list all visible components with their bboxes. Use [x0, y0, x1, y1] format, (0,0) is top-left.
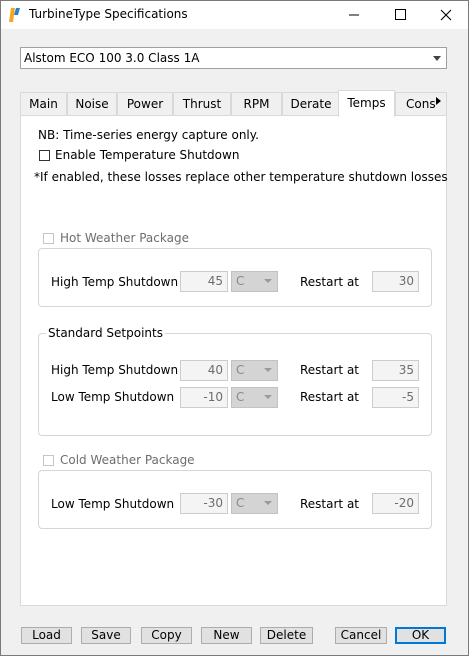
hot-restart-label: Restart at [300, 275, 360, 289]
chevron-down-icon [264, 368, 272, 372]
std-high-temp-unit-value: C [236, 363, 245, 377]
tab-derate[interactable]: Derate [282, 92, 340, 115]
tab-temps[interactable]: Temps [338, 90, 395, 117]
standard-setpoints-group: Standard Setpoints High Temp Shutdown 40… [38, 326, 432, 436]
shutdown-footnote: *If enabled, these losses replace other … [34, 170, 448, 184]
std-high-temp-input[interactable]: 40 [180, 360, 228, 381]
cancel-button[interactable]: Cancel [335, 627, 387, 644]
minimize-button[interactable] [331, 1, 377, 29]
std-high-restart-label: Restart at [300, 363, 360, 377]
load-button[interactable]: Load [21, 627, 72, 644]
tab-main[interactable]: Main [20, 92, 67, 115]
maximize-icon [395, 9, 406, 20]
std-high-temp-unit-select[interactable]: C [231, 360, 278, 381]
cold-low-temp-unit-value: C [236, 496, 245, 510]
hot-weather-package-checkbox[interactable] [43, 233, 54, 244]
cold-weather-package-label: Cold Weather Package [60, 453, 195, 467]
energy-capture-note: NB: Time-series energy capture only. [38, 128, 259, 142]
tab-strip: Main Noise Power Thrust RPM Derate Temps… [20, 90, 447, 117]
chevron-down-icon [264, 395, 272, 399]
tab-scroll-right-icon[interactable] [436, 97, 441, 105]
close-button[interactable] [423, 1, 469, 29]
tab-noise[interactable]: Noise [67, 92, 117, 115]
cold-restart-input[interactable]: -20 [372, 493, 419, 514]
chevron-down-icon [433, 56, 441, 61]
chevron-down-icon [264, 501, 272, 505]
cold-weather-group: Low Temp Shutdown -30 C Restart at -20 [38, 470, 432, 529]
hot-high-temp-unit-value: C [236, 274, 245, 288]
maximize-button[interactable] [377, 1, 423, 29]
hot-high-temp-shutdown-label: High Temp Shutdown [51, 275, 179, 289]
cold-weather-package-checkbox[interactable] [43, 455, 54, 466]
std-low-temp-unit-value: C [236, 390, 245, 404]
hot-restart-input[interactable]: 30 [372, 271, 419, 292]
turbine-select[interactable]: Alstom ECO 100 3.0 Class 1A [20, 47, 447, 69]
std-high-restart-input[interactable]: 35 [372, 360, 419, 381]
std-low-temp-unit-select[interactable]: C [231, 387, 278, 408]
delete-button[interactable]: Delete [260, 627, 313, 644]
std-low-temp-shutdown-label: Low Temp Shutdown [51, 390, 175, 404]
hot-high-temp-input[interactable]: 45 [180, 271, 228, 292]
enable-temperature-shutdown-checkbox[interactable] [39, 150, 50, 161]
new-button[interactable]: New [201, 627, 252, 644]
cold-restart-label: Restart at [300, 497, 360, 511]
window-title: TurbineType Specifications [29, 7, 188, 21]
tab-thrust[interactable]: Thrust [173, 92, 231, 115]
app-logo-icon [9, 8, 20, 22]
title-bar[interactable]: TurbineType Specifications [1, 1, 468, 29]
std-low-temp-input[interactable]: -10 [180, 387, 228, 408]
std-high-temp-shutdown-label: High Temp Shutdown [51, 363, 179, 377]
minimize-icon [349, 14, 359, 16]
std-low-restart-input[interactable]: -5 [372, 387, 419, 408]
std-low-restart-label: Restart at [300, 390, 360, 404]
tab-power[interactable]: Power [117, 92, 173, 115]
hot-weather-group: High Temp Shutdown 45 C Restart at 30 [38, 248, 432, 307]
hot-high-temp-unit-select[interactable]: C [231, 271, 278, 292]
turbine-select-value: Alstom ECO 100 3.0 Class 1A [24, 51, 200, 65]
turbine-type-window: TurbineType Specifications Alstom ECO 10… [0, 0, 469, 656]
enable-temperature-shutdown-label[interactable]: Enable Temperature Shutdown [55, 148, 239, 162]
cold-low-temp-shutdown-label: Low Temp Shutdown [51, 497, 175, 511]
cold-low-temp-input[interactable]: -30 [180, 493, 228, 514]
hot-weather-package-label: Hot Weather Package [60, 231, 189, 245]
save-button[interactable]: Save [81, 627, 131, 644]
copy-button[interactable]: Copy [141, 627, 192, 644]
tab-rpm[interactable]: RPM [231, 92, 282, 115]
cold-low-temp-unit-select[interactable]: C [231, 493, 278, 514]
standard-setpoints-label: Standard Setpoints [46, 326, 165, 340]
close-icon [440, 9, 452, 21]
ok-button[interactable]: OK [395, 627, 446, 644]
chevron-down-icon [264, 279, 272, 283]
temps-panel: NB: Time-series energy capture only. Ena… [20, 115, 448, 606]
